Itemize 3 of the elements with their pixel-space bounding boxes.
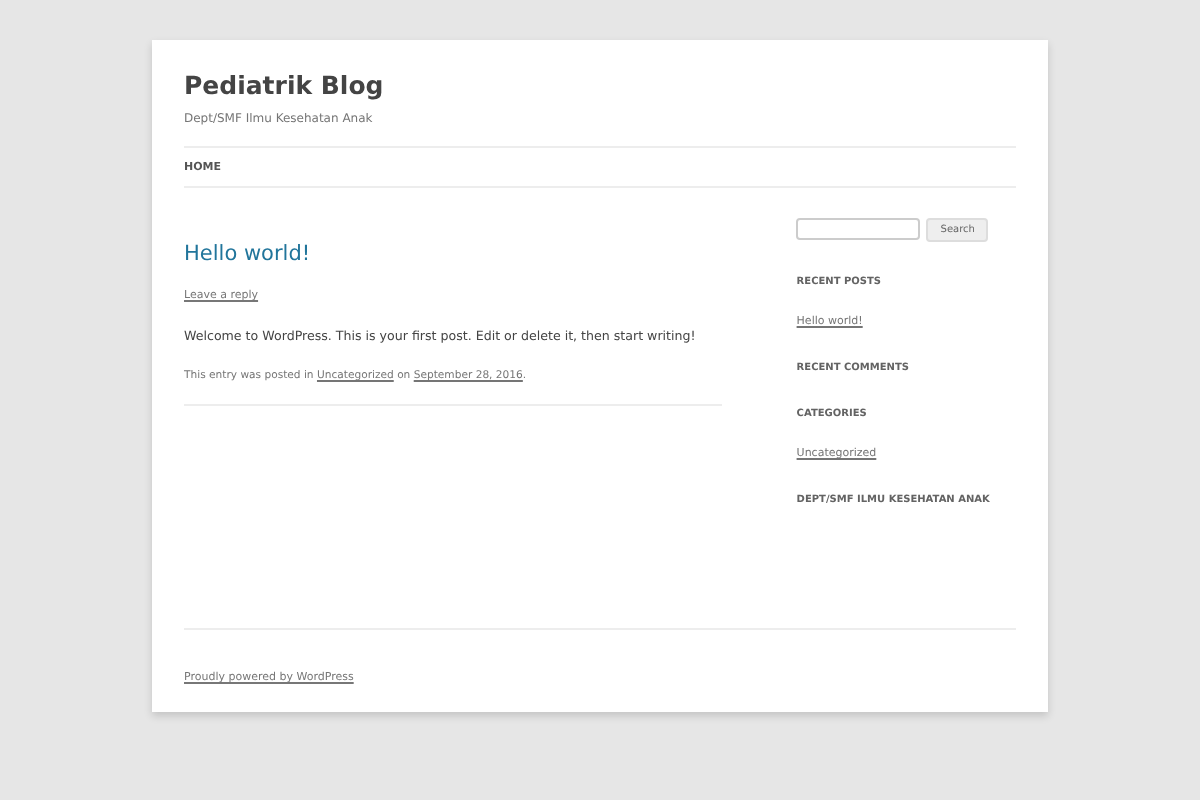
post-title[interactable]: Hello world!	[184, 242, 311, 266]
search-field[interactable]	[796, 218, 921, 240]
site-title[interactable]: Pediatrik Blog	[184, 70, 384, 100]
